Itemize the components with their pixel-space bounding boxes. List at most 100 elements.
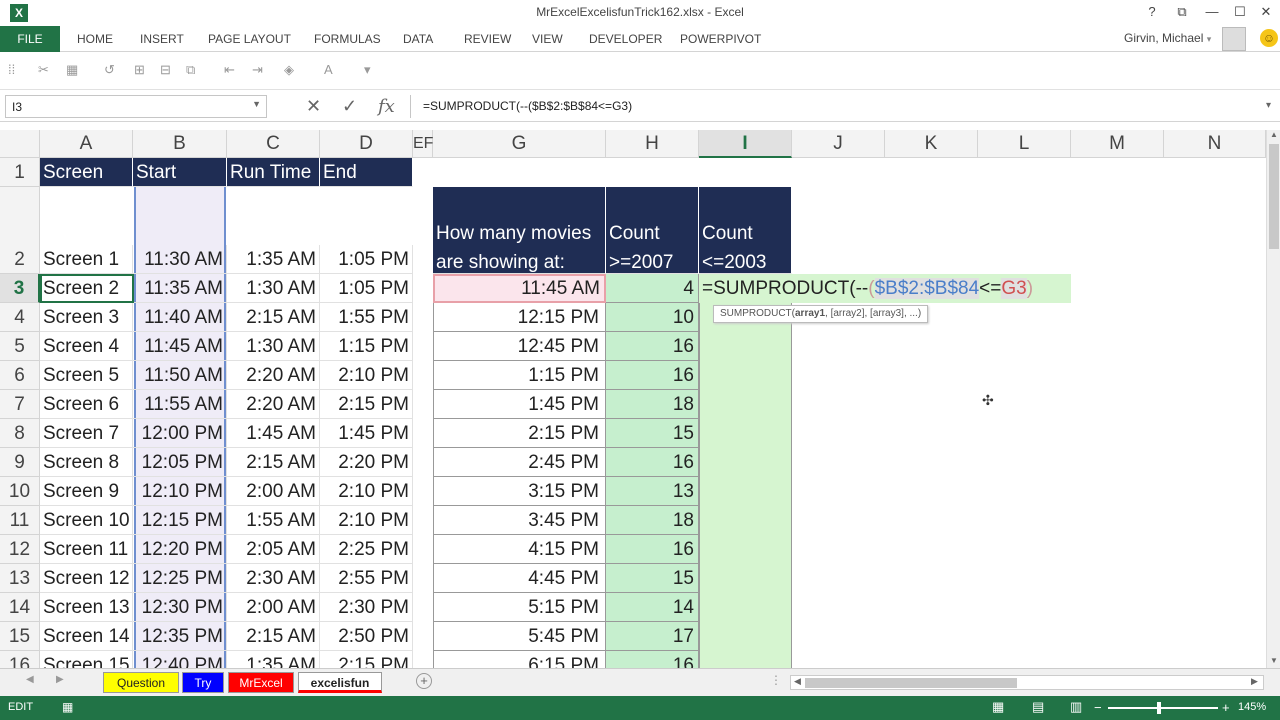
screen-name-cell[interactable]: Screen 6: [40, 390, 133, 419]
help-button[interactable]: ?: [1142, 4, 1162, 19]
sheet-tab-excelisfun[interactable]: excelisfun: [298, 672, 382, 693]
screen-name-cell[interactable]: Screen 7: [40, 419, 133, 448]
format-painter-icon[interactable]: ⁞⁞: [8, 62, 15, 77]
showtime-cell[interactable]: 3:15 PM: [433, 477, 606, 506]
column-header-i[interactable]: I: [699, 130, 792, 158]
row-header-15[interactable]: 15: [0, 622, 40, 651]
run-time-cell[interactable]: 2:20 AM: [227, 390, 320, 419]
column-header-l[interactable]: L: [978, 130, 1071, 158]
select-all-corner[interactable]: [0, 130, 40, 158]
start-time-cell[interactable]: 11:40 AM: [133, 303, 227, 332]
count-cell[interactable]: 16: [606, 535, 699, 564]
showtime-cell[interactable]: 12:45 PM: [433, 332, 606, 361]
end-time-cell[interactable]: 1:55 PM: [320, 303, 413, 332]
zoom-slider-thumb[interactable]: [1157, 702, 1161, 714]
showtime-cell[interactable]: 2:45 PM: [433, 448, 606, 477]
column-header-a[interactable]: A: [40, 130, 133, 158]
tab-view[interactable]: VIEW: [532, 32, 563, 46]
end-time-cell[interactable]: 2:10 PM: [320, 361, 413, 390]
header-cell-screen[interactable]: Screen: [40, 158, 133, 187]
start-time-cell[interactable]: 11:35 AM: [133, 274, 227, 303]
vertical-scroll-thumb[interactable]: [1269, 144, 1279, 249]
zoom-level[interactable]: 145%: [1238, 701, 1266, 713]
showtime-cell[interactable]: 6:15 PM: [433, 651, 606, 668]
screen-name-cell[interactable]: Screen 5: [40, 361, 133, 390]
end-time-cell[interactable]: 2:15 PM: [320, 390, 413, 419]
showtime-cell[interactable]: 4:15 PM: [433, 535, 606, 564]
end-time-cell[interactable]: 1:05 PM: [320, 245, 413, 274]
smiley-feedback-icon[interactable]: ☺: [1260, 29, 1278, 47]
start-time-cell[interactable]: 12:25 PM: [133, 564, 227, 593]
sheet-tab-try[interactable]: Try: [182, 672, 224, 693]
tab-file[interactable]: FILE: [0, 26, 60, 52]
tab-review[interactable]: REVIEW: [464, 32, 511, 46]
run-time-cell[interactable]: 2:20 AM: [227, 361, 320, 390]
close-button[interactable]: ✕: [1256, 4, 1276, 20]
start-time-cell[interactable]: 12:10 PM: [133, 477, 227, 506]
run-time-cell[interactable]: 1:55 AM: [227, 506, 320, 535]
page-layout-view-icon[interactable]: ▤: [1032, 699, 1044, 715]
name-box[interactable]: I3 ▼: [5, 95, 267, 118]
count-cell[interactable]: 4: [606, 274, 699, 303]
screen-name-cell[interactable]: Screen 12: [40, 564, 133, 593]
prev-sheet-icon[interactable]: ◀: [26, 674, 34, 685]
screen-name-cell[interactable]: Screen 4: [40, 332, 133, 361]
font-color-icon[interactable]: A: [324, 62, 333, 77]
end-time-cell[interactable]: 1:15 PM: [320, 332, 413, 361]
zoom-in-icon[interactable]: +: [1222, 700, 1230, 715]
start-time-cell[interactable]: 12:35 PM: [133, 622, 227, 651]
end-time-cell[interactable]: 2:15 PM: [320, 651, 413, 668]
add-sheet-icon[interactable]: +: [416, 673, 432, 689]
merge-icon[interactable]: ⊟: [160, 62, 171, 78]
row-header-8[interactable]: 8: [0, 419, 40, 448]
user-name[interactable]: Girvin, Michael ▾: [1124, 31, 1211, 45]
header-cell-run-time[interactable]: Run Time: [227, 158, 320, 187]
column-header-j[interactable]: J: [792, 130, 885, 158]
start-time-cell[interactable]: 11:30 AM: [133, 245, 227, 274]
run-time-cell[interactable]: 2:05 AM: [227, 535, 320, 564]
count-cell[interactable]: 16: [606, 332, 699, 361]
vertical-scrollbar[interactable]: ▲ ▼: [1266, 130, 1280, 668]
end-time-cell[interactable]: 2:30 PM: [320, 593, 413, 622]
run-time-cell[interactable]: 2:30 AM: [227, 564, 320, 593]
showtime-cell[interactable]: 1:15 PM: [433, 361, 606, 390]
minimize-button[interactable]: —: [1202, 4, 1222, 19]
count-cell[interactable]: 15: [606, 564, 699, 593]
horizontal-scrollbar[interactable]: ◀ ▶: [790, 675, 1264, 690]
formula-input[interactable]: =SUMPRODUCT(--($B$2:$B$84<=G3): [410, 95, 1265, 118]
count-cell[interactable]: 15: [606, 419, 699, 448]
row-header-6[interactable]: 6: [0, 361, 40, 390]
screen-name-cell[interactable]: Screen 8: [40, 448, 133, 477]
start-time-cell[interactable]: 12:30 PM: [133, 593, 227, 622]
count-cell[interactable]: 13: [606, 477, 699, 506]
column-header-k[interactable]: K: [885, 130, 978, 158]
end-time-cell[interactable]: 2:50 PM: [320, 622, 413, 651]
column-header-h[interactable]: H: [606, 130, 699, 158]
enter-check-icon[interactable]: ✓: [342, 96, 357, 117]
start-time-cell[interactable]: 12:00 PM: [133, 419, 227, 448]
count-cell[interactable]: 18: [606, 506, 699, 535]
tab-split-handle-icon[interactable]: ⋮: [770, 673, 782, 687]
cut-icon[interactable]: ✂: [38, 62, 49, 78]
screen-name-cell[interactable]: Screen 11: [40, 535, 133, 564]
showtime-cell[interactable]: 12:15 PM: [433, 303, 606, 332]
sheet-tab-question[interactable]: Question: [103, 672, 179, 693]
tab-page-layout[interactable]: PAGE LAYOUT: [208, 32, 291, 46]
run-time-cell[interactable]: 1:45 AM: [227, 419, 320, 448]
screen-name-cell[interactable]: Screen 15: [40, 651, 133, 668]
count-cell[interactable]: 18: [606, 390, 699, 419]
row-header-7[interactable]: 7: [0, 390, 40, 419]
tab-powerpivot[interactable]: POWERPIVOT: [680, 32, 761, 46]
screen-name-cell[interactable]: Screen 9: [40, 477, 133, 506]
end-time-cell[interactable]: 2:10 PM: [320, 506, 413, 535]
question-header-i[interactable]: Count <=2003: [699, 187, 792, 274]
run-time-cell[interactable]: 2:15 AM: [227, 622, 320, 651]
scroll-right-icon[interactable]: ▶: [1251, 676, 1258, 687]
scroll-up-icon[interactable]: ▲: [1270, 130, 1278, 139]
start-time-cell[interactable]: 12:15 PM: [133, 506, 227, 535]
worksheet-grid[interactable]: A B C D EF G H I J K L M N 1 2 3 4 5 6 7…: [0, 130, 1266, 668]
ribbon-display-button[interactable]: ⧉: [1172, 4, 1192, 20]
count-cell[interactable]: 16: [606, 651, 699, 668]
end-time-cell[interactable]: 1:45 PM: [320, 419, 413, 448]
row-header-13[interactable]: 13: [0, 564, 40, 593]
